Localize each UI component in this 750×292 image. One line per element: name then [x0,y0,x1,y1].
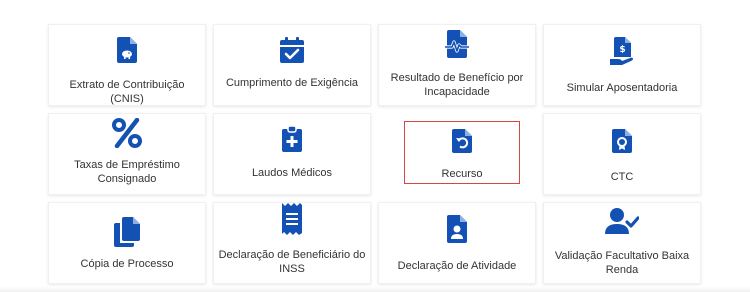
percent-icon [49,118,205,148]
card-label: CTC [610,171,634,183]
card-resultado-beneficio[interactable]: Resultado de Benefício por Incapacidade [378,24,536,106]
clipboard-medical-icon [214,126,370,152]
document-heartbeat-icon [379,30,535,58]
card-label: Declaração de Beneficiário do INSS [218,249,366,275]
card-taxas-emprestimo[interactable]: Taxas de Empréstimo Consignado [48,113,206,195]
card-label: Resultado de Benefício por Incapacidade [390,72,524,98]
svg-text:$: $ [619,45,625,55]
card-declaracao-atividade[interactable]: Declaração de Atividade [378,202,536,284]
card-label: Extrato de Contribuição (CNIS) [69,79,185,105]
card-label: Cópia de Processo [80,258,174,270]
bottom-fade [0,286,750,292]
card-laudos-medicos[interactable]: Laudos Médicos [213,113,371,195]
card-label: Taxas de Empréstimo Consignado [74,159,180,185]
document-piggybank-icon [49,37,205,63]
user-check-icon [544,208,700,234]
document-award-icon [544,129,700,153]
card-label: Simular Aposentadoria [566,82,678,94]
document-dollar-hand-icon: $ [544,37,700,65]
card-ctc[interactable]: CTC [543,113,701,195]
document-user-icon [379,215,535,243]
card-label: Laudos Médicos [251,167,333,179]
card-simular-aposentadoria[interactable]: $ Simular Aposentadoria [543,24,701,106]
card-validacao-facultativo[interactable]: Validação Facultativo Baixa Renda [543,202,701,284]
services-grid: Extrato de Contribuição (CNIS) Cumprimen… [0,0,750,292]
card-label: Declaração de Atividade [397,260,517,272]
document-undo-icon [405,129,519,153]
receipt-icon [214,203,370,235]
card-copia-processo[interactable]: Cópia de Processo [48,202,206,284]
card-label: Recurso [441,168,483,180]
copy-documents-icon [49,217,205,247]
card-label: Cumprimento de Exigência [225,77,359,89]
card-recurso[interactable]: Recurso [404,121,520,184]
card-declaracao-beneficiario[interactable]: Declaração de Beneficiário do INSS [213,202,371,284]
card-extrato-cnis[interactable]: Extrato de Contribuição (CNIS) [48,24,206,106]
card-cumprimento-exigencia[interactable]: Cumprimento de Exigência [213,24,371,106]
card-label: Validação Facultativo Baixa Renda [554,250,690,276]
calendar-check-icon [214,37,370,63]
